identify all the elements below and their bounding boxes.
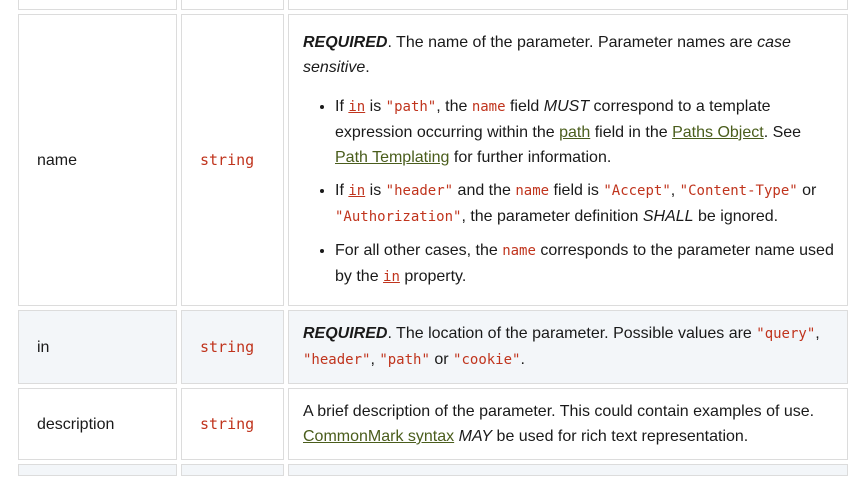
field-type-cell: string xyxy=(181,14,284,306)
commonmark-link[interactable]: CommonMark syntax xyxy=(303,428,454,445)
table-row-description: description string A brief description o… xyxy=(18,388,848,460)
field-type: string xyxy=(200,150,255,169)
field-description-cell: A brief description of the parameter. Th… xyxy=(288,388,848,460)
field-name: name xyxy=(37,151,78,169)
field-description-cell: REQUIRED. The location of the parameter.… xyxy=(288,310,848,384)
table-row xyxy=(18,464,848,476)
table-row-name: name string REQUIRED. The name of the pa… xyxy=(18,14,848,306)
table-cell xyxy=(181,0,284,10)
in-link[interactable]: in xyxy=(348,183,365,199)
rules-list: If in is "path", the name field MUST cor… xyxy=(303,94,835,290)
list-item: If in is "path", the name field MUST cor… xyxy=(335,94,835,170)
table-cell xyxy=(181,464,284,476)
field-type-cell: string xyxy=(181,388,284,460)
description-text: REQUIRED. The location of the parameter.… xyxy=(303,325,820,368)
field-name: in xyxy=(37,338,50,356)
field-name-cell: in xyxy=(18,310,177,384)
field-name-cell: name xyxy=(18,14,177,306)
field-name: description xyxy=(37,415,115,433)
table-row xyxy=(18,0,848,10)
parameter-fields-table: name string REQUIRED. The name of the pa… xyxy=(14,0,852,480)
table-cell xyxy=(18,464,177,476)
table-cell xyxy=(288,464,848,476)
field-description-cell: REQUIRED. The name of the parameter. Par… xyxy=(288,14,848,306)
required-label: REQUIRED xyxy=(303,34,388,51)
table-cell xyxy=(288,0,848,10)
description-text: REQUIRED. The name of the parameter. Par… xyxy=(303,34,791,76)
field-name-cell: description xyxy=(18,388,177,460)
field-type: string xyxy=(200,414,255,433)
list-item: If in is "header" and the name field is … xyxy=(335,178,835,230)
in-link[interactable]: in xyxy=(348,99,365,115)
field-type: string xyxy=(200,337,255,356)
table-cell xyxy=(18,0,177,10)
list-item: For all other cases, the name correspond… xyxy=(335,238,835,290)
in-link[interactable]: in xyxy=(383,269,400,285)
description-text: A brief description of the parameter. Th… xyxy=(303,403,815,445)
paths-object-link[interactable]: Paths Object xyxy=(672,124,764,141)
path-link[interactable]: path xyxy=(559,124,590,141)
required-label: REQUIRED xyxy=(303,325,388,342)
path-templating-link[interactable]: Path Templating xyxy=(335,149,449,166)
field-type-cell: string xyxy=(181,310,284,384)
table-row-in: in string REQUIRED. The location of the … xyxy=(18,310,848,384)
